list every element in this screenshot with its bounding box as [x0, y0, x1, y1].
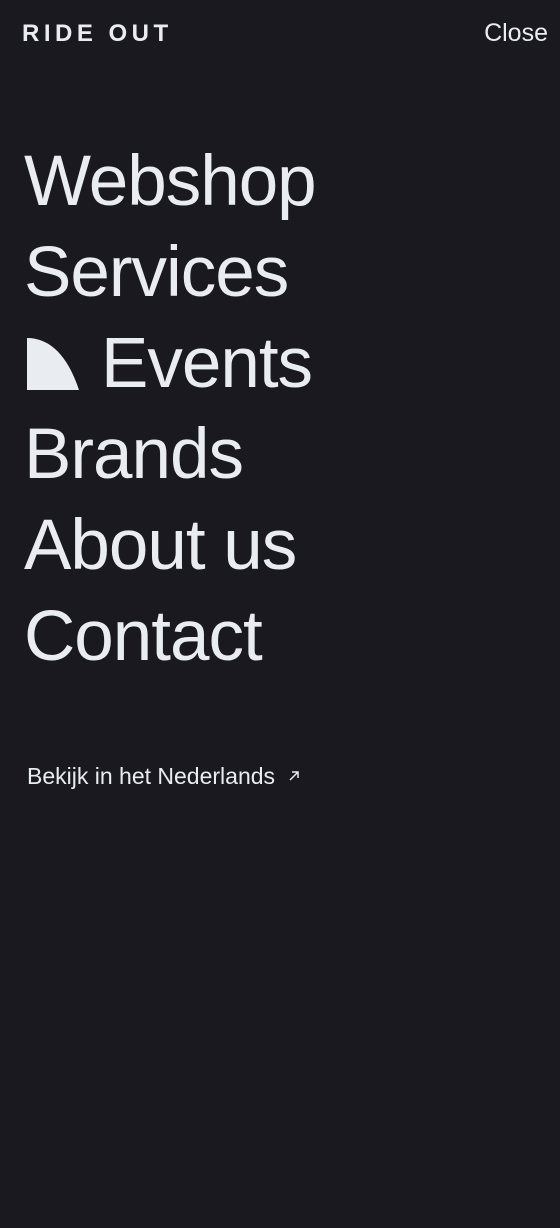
menu-item-label: About us [24, 506, 297, 585]
menu-item-about-us[interactable]: About us [24, 500, 316, 591]
logo[interactable]: RIDE OUT [22, 20, 173, 48]
active-marker-icon [27, 337, 79, 390]
language-switch-label: Bekijk in het Nederlands [27, 763, 276, 789]
menu-item-label: Services [24, 233, 289, 312]
language-switch-link[interactable]: Bekijk in het Nederlands [27, 762, 300, 790]
main-menu: Webshop Services Events Brands About us … [24, 136, 317, 682]
menu-item-label: Brands [24, 415, 244, 494]
menu-item-events[interactable]: Events [24, 318, 316, 409]
menu-item-services[interactable]: Services [24, 227, 316, 318]
menu-item-label: Webshop [24, 142, 317, 221]
external-arrow-icon [289, 771, 300, 781]
menu-item-webshop[interactable]: Webshop [24, 136, 317, 227]
menu-item-contact[interactable]: Contact [24, 591, 316, 682]
menu-item-label: Events [101, 324, 313, 403]
menu-item-brands[interactable]: Brands [24, 409, 316, 500]
close-button[interactable]: Close [484, 18, 548, 48]
menu-item-label: Contact [24, 597, 263, 676]
site-header: RIDE OUT Close [0, 0, 560, 70]
